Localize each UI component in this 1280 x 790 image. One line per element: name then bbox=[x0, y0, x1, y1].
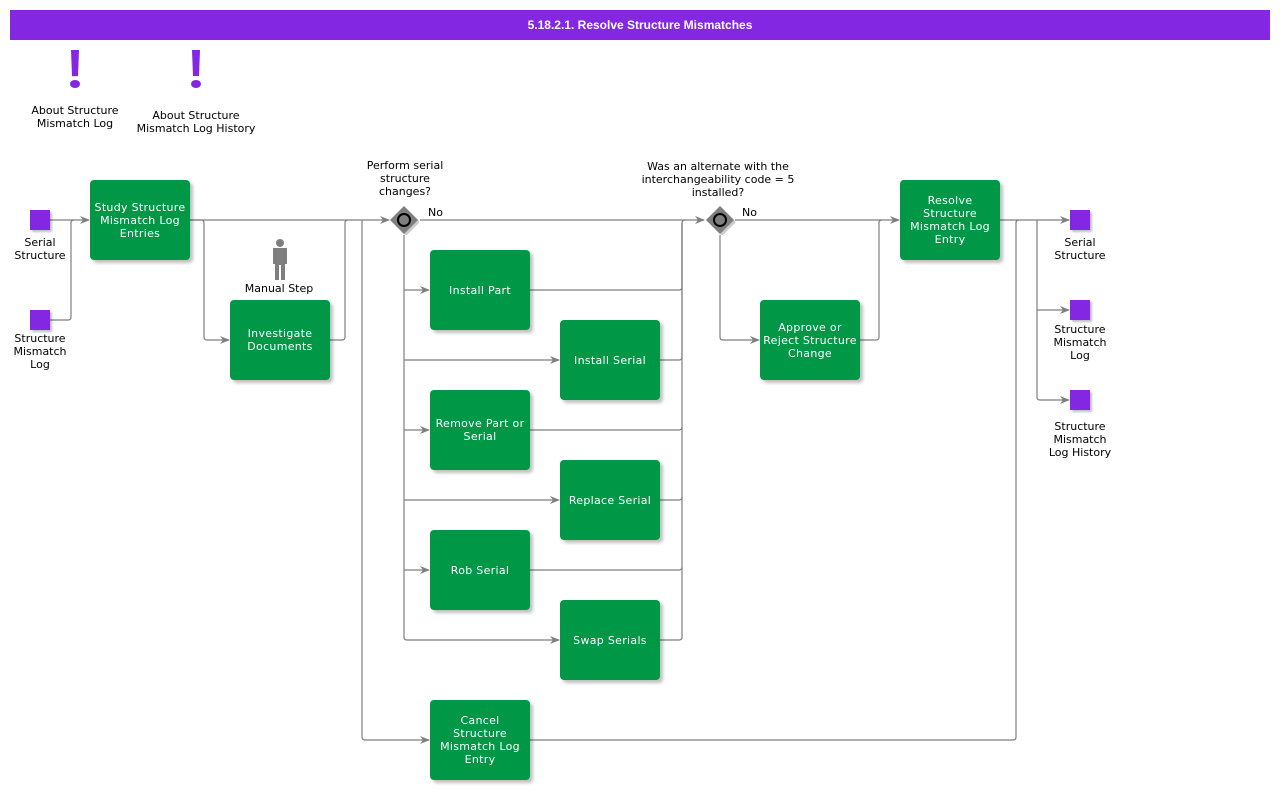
task-install-part[interactable]: Install Part bbox=[430, 250, 530, 330]
task-swap[interactable]: Swap Serials bbox=[560, 600, 660, 680]
input-data-object[interactable] bbox=[30, 310, 50, 330]
annotation-label: About Structure Mismatch Log bbox=[31, 104, 119, 130]
flow-input-log bbox=[50, 219, 75, 321]
task-label: Remove Part or Serial bbox=[435, 417, 525, 443]
task-label: Cancel Structure Mismatch Log Entry bbox=[440, 714, 520, 766]
output-label: Structure Mismatch Log History bbox=[1048, 420, 1112, 459]
task-label: Swap Serials bbox=[573, 633, 647, 647]
output-label: Serial Structure bbox=[1054, 236, 1106, 262]
person-icon bbox=[273, 239, 287, 280]
task-install-serial[interactable]: Install Serial bbox=[560, 320, 660, 400]
task-label: Rob Serial bbox=[450, 563, 510, 577]
output-label: Structure Mismatch Log bbox=[1053, 323, 1107, 362]
task-label: Resolve Structure Mismatch Log Entry bbox=[910, 194, 990, 246]
gateway-icon[interactable] bbox=[389, 205, 419, 235]
input-label: Structure Mismatch Log bbox=[13, 332, 67, 371]
flow-study-investigate bbox=[190, 219, 230, 344]
output-data-object[interactable] bbox=[1070, 300, 1090, 320]
task-cancel[interactable]: Cancel Structure Mismatch Log Entry bbox=[430, 700, 530, 780]
branch-label-no: No bbox=[428, 206, 443, 219]
input-label: Serial Structure bbox=[14, 236, 66, 262]
output-data-object[interactable] bbox=[1070, 390, 1090, 410]
exclamation-icon[interactable] bbox=[63, 48, 87, 94]
gateway-icon[interactable] bbox=[705, 205, 735, 235]
output-data-object[interactable] bbox=[1070, 210, 1090, 230]
flow-investigate-out bbox=[330, 219, 349, 341]
task-label: Study Structure Mismatch Log Entries bbox=[94, 200, 186, 240]
manual-step-label: Manual Step bbox=[244, 282, 314, 295]
gateway-question: Perform serial structure changes? bbox=[366, 159, 444, 198]
task-label: Replace Serial bbox=[568, 493, 652, 507]
task-resolve[interactable]: Resolve Structure Mismatch Log Entry bbox=[900, 180, 1000, 260]
annotation-label: About Structure Mismatch Log History bbox=[136, 109, 256, 135]
task-investigate[interactable]: Investigate Documents bbox=[230, 300, 330, 380]
task-replace[interactable]: Replace Serial bbox=[560, 460, 660, 540]
input-data-object[interactable] bbox=[30, 210, 50, 230]
task-label: Approve or Reject Structure Change bbox=[763, 320, 857, 360]
branch-label-no: No bbox=[742, 206, 757, 219]
flow-gw2-yes bbox=[719, 235, 760, 344]
task-rob[interactable]: Rob Serial bbox=[430, 530, 530, 610]
gateway-question: Was an alternate with the interchangeabi… bbox=[641, 160, 795, 199]
task-label: Investigate Documents bbox=[247, 327, 313, 353]
task-study[interactable]: Study Structure Mismatch Log Entries bbox=[90, 180, 190, 260]
task-approve[interactable]: Approve or Reject Structure Change bbox=[760, 300, 860, 380]
task-remove[interactable]: Remove Part or Serial bbox=[430, 390, 530, 470]
task-label: Install Part bbox=[449, 283, 511, 297]
task-label: Install Serial bbox=[574, 353, 646, 367]
exclamation-icon[interactable] bbox=[184, 48, 208, 94]
flow-cancel bbox=[361, 220, 430, 744]
